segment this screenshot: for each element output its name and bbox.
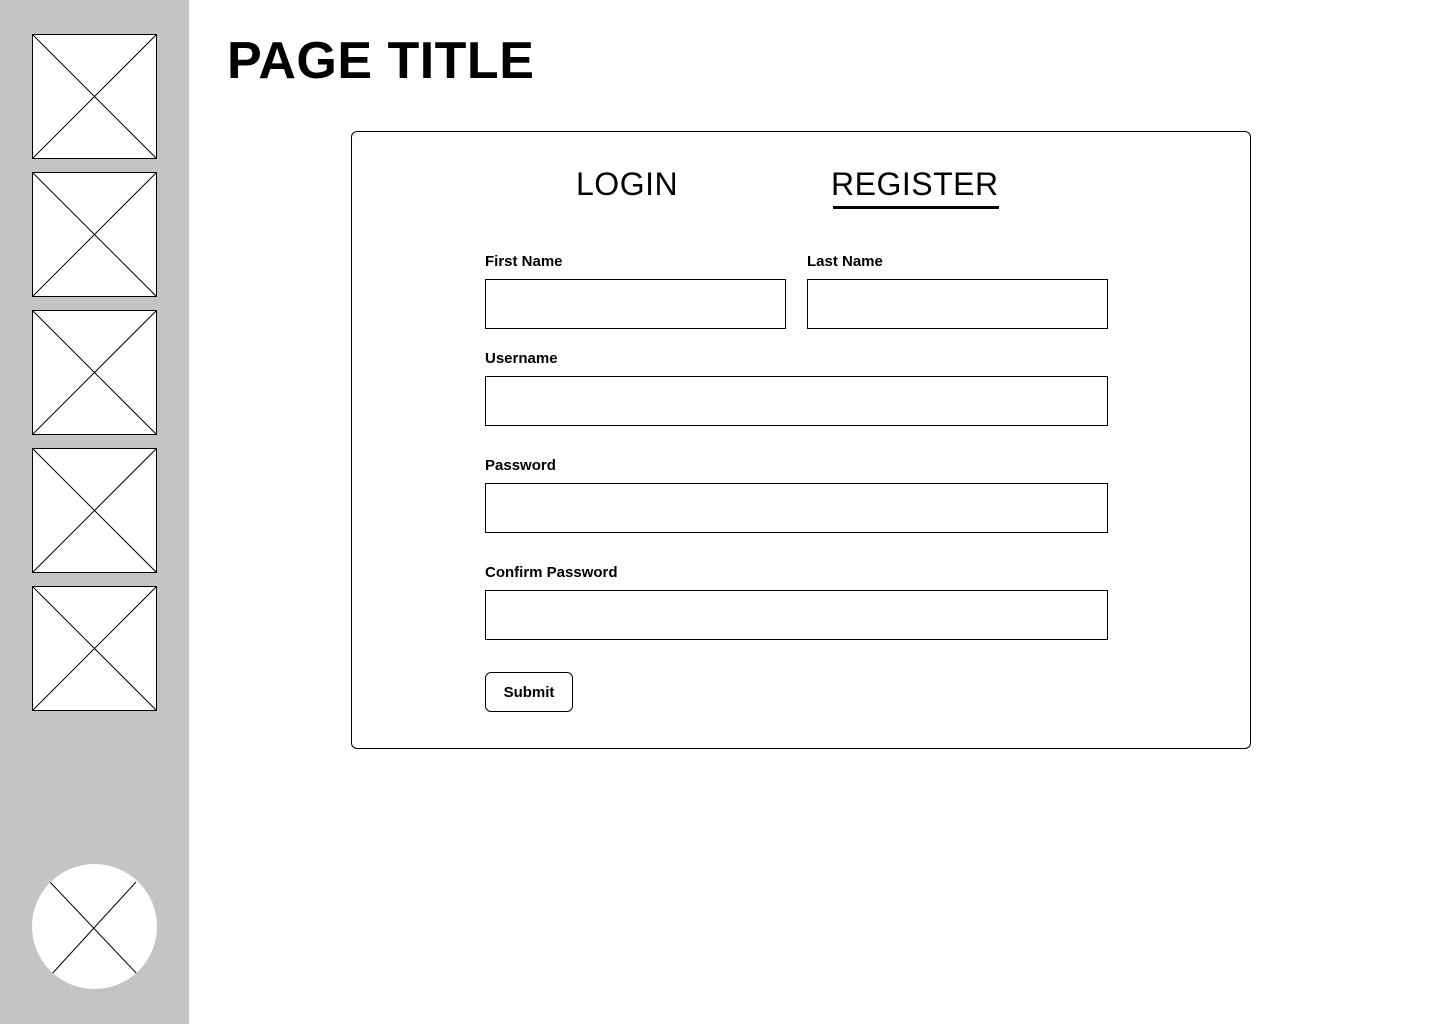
confirm-password-field[interactable] xyxy=(485,590,1108,640)
password-field[interactable] xyxy=(485,483,1108,533)
sidebar-item-4[interactable] xyxy=(32,448,157,573)
password-label: Password xyxy=(485,457,556,474)
tab-login-label: LOGIN xyxy=(576,166,679,202)
tab-register-label: REGISTER xyxy=(831,166,999,202)
username-label: Username xyxy=(485,350,558,367)
page-title: PAGE TITLE xyxy=(227,32,535,90)
last-name-field[interactable] xyxy=(807,279,1108,329)
auth-card: LOGIN REGISTER First Name Last Name User… xyxy=(351,131,1251,749)
sidebar-item-1[interactable] xyxy=(32,34,157,159)
tab-login[interactable]: LOGIN xyxy=(576,164,678,204)
sidebar-item-3[interactable] xyxy=(32,310,157,435)
image-placeholder-icon xyxy=(33,173,156,296)
image-placeholder-icon xyxy=(33,35,156,158)
username-field[interactable] xyxy=(485,376,1108,426)
image-placeholder-icon xyxy=(33,449,156,572)
image-placeholder-icon xyxy=(33,587,156,710)
last-name-label: Last Name xyxy=(807,253,883,270)
first-name-field[interactable] xyxy=(485,279,786,329)
image-placeholder-icon xyxy=(33,311,156,434)
active-tab-indicator xyxy=(833,206,999,209)
avatar[interactable] xyxy=(32,864,157,989)
sidebar xyxy=(0,0,189,1024)
avatar-placeholder-icon xyxy=(49,881,140,977)
tab-register[interactable]: REGISTER xyxy=(831,164,999,209)
submit-button[interactable]: Submit xyxy=(485,672,573,712)
confirm-password-label: Confirm Password xyxy=(485,564,618,581)
first-name-label: First Name xyxy=(485,253,563,270)
sidebar-item-2[interactable] xyxy=(32,172,157,297)
sidebar-item-5[interactable] xyxy=(32,586,157,711)
